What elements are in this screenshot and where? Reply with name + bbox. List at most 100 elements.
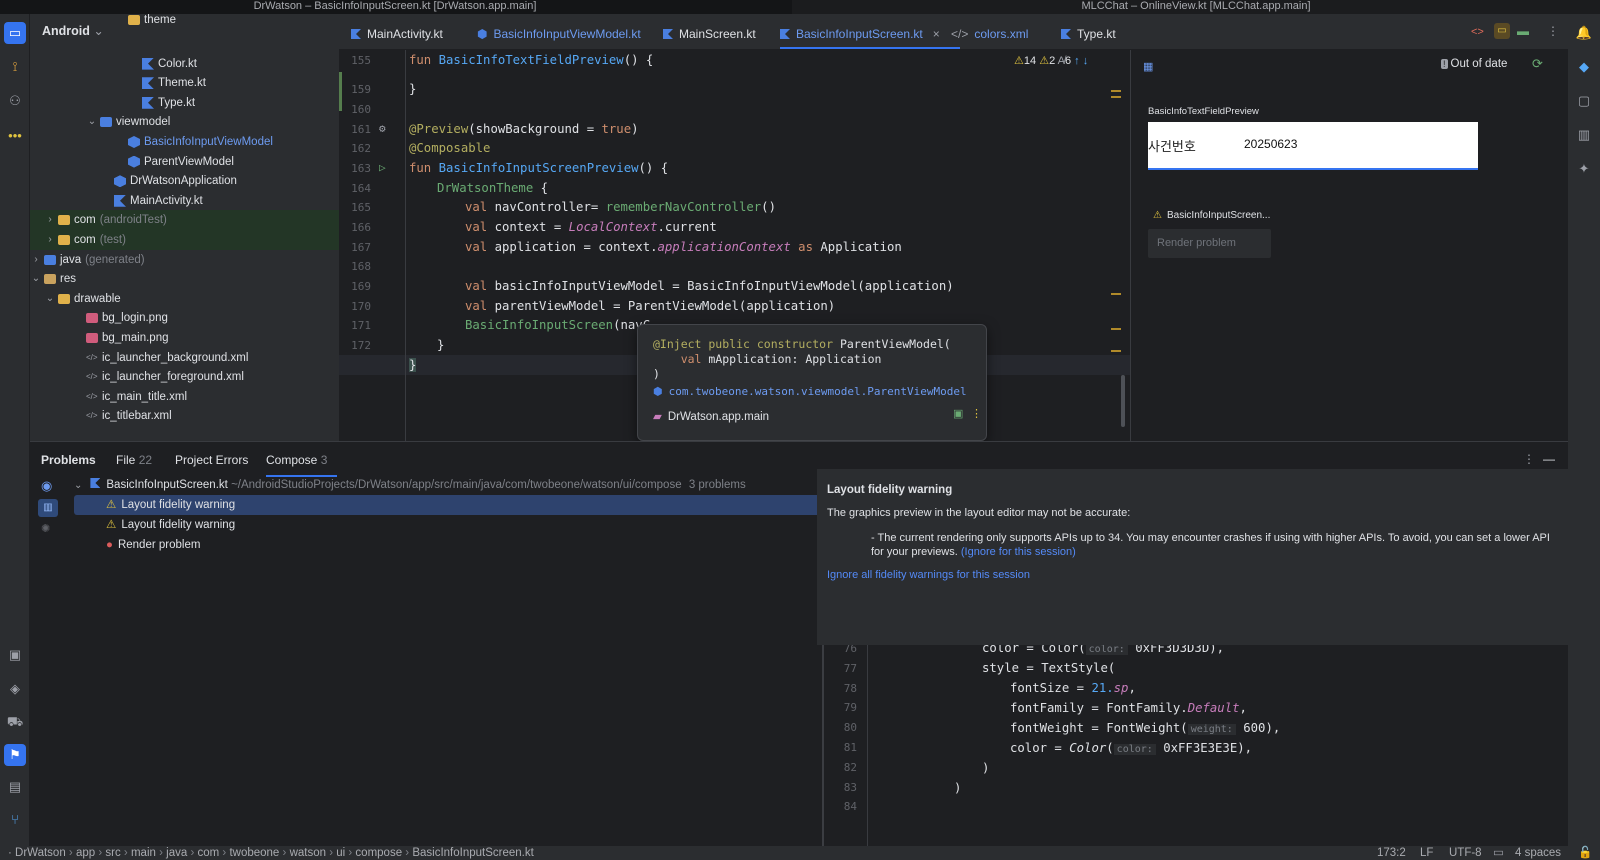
gradle-icon[interactable]: ◆	[1573, 56, 1595, 78]
chevron-down-icon[interactable]: ⌄	[30, 269, 42, 289]
tab-problems[interactable]: Problems	[41, 442, 96, 478]
previous-highlight-icon[interactable]: ↑	[1074, 55, 1080, 67]
tab-basicinfoinputviewmodel[interactable]: ⬢ BasicInfoInputViewModel.kt	[477, 14, 641, 50]
problem-file-node[interactable]: ⌄ BasicInfoInputScreen.kt ~/AndroidStudio…	[74, 475, 746, 495]
problem-item[interactable]: ⚠ Layout fidelity warning	[106, 515, 235, 535]
breadcrumb-item[interactable]: watson	[290, 847, 326, 859]
caret-position[interactable]: 173:2	[1377, 846, 1406, 860]
device-file-icon[interactable]: ▢	[1573, 90, 1595, 112]
git-icon[interactable]: ⑂	[4, 808, 26, 830]
problem-item[interactable]: ⚠ Layout fidelity warning	[106, 495, 235, 515]
line-separator[interactable]: LF	[1420, 846, 1433, 860]
tree-item[interactable]: › com (androidTest)	[30, 210, 339, 231]
breadcrumb-item[interactable]: main	[131, 847, 156, 859]
tab-type[interactable]: Type.kt	[1061, 14, 1116, 50]
split-view-icon[interactable]: ▭	[1494, 23, 1510, 39]
lock-icon[interactable]: 🔓	[1578, 846, 1592, 860]
inspection-widget[interactable]: ⚠14 ⚠2 A̸6 ↑ ↓	[1014, 54, 1088, 67]
terminal-icon[interactable]: ▤	[4, 776, 26, 798]
ignore-all-link[interactable]: Ignore all fidelity warnings for this se…	[827, 569, 1030, 581]
expand-arrow-icon[interactable]: ⌄	[74, 480, 82, 491]
tree-item[interactable]: DrWatsonApplication	[30, 171, 339, 191]
tab-mainscreen[interactable]: MainScreen.kt	[663, 14, 756, 50]
code-view-icon[interactable]: <>	[1471, 26, 1484, 38]
fqcn-link[interactable]: ⬢ com.twobeone.watson.viewmodel.ParentVie…	[653, 385, 967, 398]
tree-item[interactable]: </> ic_titlebar.xml	[30, 406, 339, 426]
tab-basicinfoinputscreen[interactable]: BasicInfoInputScreen.kt ×	[780, 14, 960, 49]
editor-scrollbar[interactable]	[1121, 375, 1125, 427]
breadcrumb-item[interactable]: com	[197, 847, 219, 859]
breadcrumb-item[interactable]: DrWatson	[15, 847, 66, 859]
layout-icon[interactable]: ▦	[1143, 60, 1153, 73]
settings-gear-icon[interactable]: ⚙	[379, 122, 386, 135]
tree-item[interactable]: ⌄ drawable	[30, 289, 339, 309]
next-highlight-icon[interactable]: ↓	[1083, 55, 1089, 67]
breadcrumb-item[interactable]: BasicInfoInputScreen.kt	[412, 847, 533, 859]
tree-item[interactable]: </> ic_launcher_foreground.xml	[30, 367, 339, 387]
tree-item[interactable]: bg_main.png	[30, 328, 339, 348]
preview-render[interactable]: 사건번호 20250623	[1148, 122, 1478, 170]
problem-item[interactable]: ● Render problem	[106, 535, 200, 555]
popup-more-icon[interactable]: ⋮	[971, 407, 982, 420]
tab-file[interactable]: File 22	[116, 442, 152, 478]
tree-item[interactable]: theme	[30, 10, 339, 30]
readonly-icon[interactable]: ▭	[1493, 846, 1504, 860]
tree-item[interactable]: ⌄ res	[30, 269, 339, 289]
tree-item[interactable]: ⌄ viewmodel	[30, 112, 339, 132]
tree-item[interactable]: bg_login.png	[30, 308, 339, 328]
chevron-down-icon[interactable]: ⌄	[44, 289, 56, 309]
more-tools-icon[interactable]: •••	[4, 124, 26, 146]
breadcrumb-item[interactable]: app	[76, 847, 95, 859]
tree-item[interactable]: › java (generated)	[30, 250, 339, 270]
breadcrumb-item[interactable]: compose	[355, 847, 402, 859]
breadcrumb-item[interactable]: ui	[336, 847, 345, 859]
commit-tool-icon[interactable]: ⟟	[4, 56, 26, 78]
preview-details-icon[interactable]: ▥	[38, 499, 58, 517]
design-view-icon[interactable]: ▬	[1517, 24, 1529, 38]
chevron-right-icon[interactable]: ›	[44, 210, 56, 230]
tree-item[interactable]: Color.kt	[30, 54, 339, 74]
preview-warning[interactable]: ⚠ BasicInfoInputScreen...	[1153, 210, 1270, 221]
gemini-icon[interactable]: ✦	[1573, 158, 1595, 180]
chevron-down-icon[interactable]: ⌄	[86, 112, 98, 132]
file-encoding[interactable]: UTF-8	[1449, 846, 1482, 860]
open-in-editor-icon[interactable]: ▣	[953, 407, 963, 420]
notifications-icon[interactable]: 🔔	[1573, 22, 1595, 44]
minimize-panel-icon[interactable]: —	[1543, 452, 1555, 466]
refresh-icon[interactable]: ⟳	[1532, 56, 1543, 72]
render-problem-box[interactable]: Render problem	[1148, 229, 1271, 258]
lower-code-editor[interactable]: 76 77 78 79 80 81 82 83 84 color = Color(color: …	[817, 645, 1568, 847]
tree-item[interactable]: </> ic_launcher_background.xml	[30, 348, 339, 368]
tree-item[interactable]: Theme.kt	[30, 73, 339, 93]
problems-tool-icon[interactable]: ⚑	[4, 744, 26, 766]
chevron-right-icon[interactable]: ›	[44, 230, 56, 250]
panel-options-icon[interactable]: ⋮	[1523, 452, 1535, 466]
tree-item[interactable]: MainActivity.kt	[30, 191, 339, 211]
chevron-right-icon[interactable]: ›	[30, 250, 42, 270]
structure-tool-icon[interactable]: ⚇	[4, 90, 26, 112]
emulator-icon[interactable]: ▥	[1573, 124, 1595, 146]
tree-item[interactable]: ParentViewModel	[30, 152, 339, 172]
breadcrumb-item[interactable]: twobeone	[229, 847, 279, 859]
breadcrumb-item[interactable]: src	[105, 847, 120, 859]
tree-item[interactable]: › com (test)	[30, 230, 339, 250]
tab-project-errors[interactable]: Project Errors	[175, 442, 248, 478]
run-preview-icon[interactable]: ▷	[379, 161, 386, 174]
indent-setting[interactable]: 4 spaces	[1515, 846, 1561, 860]
gem-icon[interactable]: ◈	[4, 678, 26, 700]
device-manager-icon[interactable]: ▣	[4, 644, 26, 666]
tab-mainactivity[interactable]: MainActivity.kt	[351, 14, 443, 50]
tree-item[interactable]: Type.kt	[30, 93, 339, 113]
ignore-session-link[interactable]: (Ignore for this session)	[961, 546, 1076, 558]
out-of-date-status[interactable]: ! Out of date	[1441, 58, 1507, 70]
eye-icon[interactable]: ◉	[41, 478, 52, 494]
tree-item[interactable]: BasicInfoInputViewModel	[30, 132, 339, 152]
tree-item[interactable]: </> ic_main_title.xml	[30, 387, 339, 407]
tab-colors[interactable]: </> colors.xml	[951, 14, 1028, 50]
close-tab-icon[interactable]: ×	[933, 27, 940, 41]
tab-compose[interactable]: Compose 3	[266, 442, 338, 477]
breadcrumb-item[interactable]: java	[166, 847, 187, 859]
editor-more-icon[interactable]: ⋮	[1547, 24, 1559, 38]
build-variants-icon[interactable]: ⛟	[4, 712, 26, 734]
project-tool-icon[interactable]: ▭	[4, 22, 26, 44]
